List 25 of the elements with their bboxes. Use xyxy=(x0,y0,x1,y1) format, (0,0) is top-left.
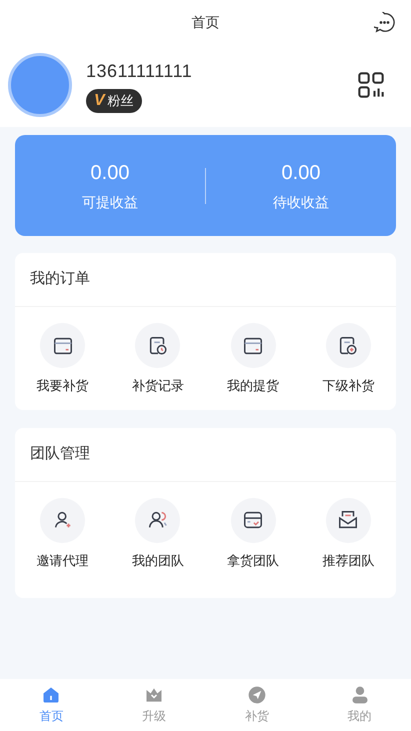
menu-item[interactable]: 拿货团队 xyxy=(206,498,301,570)
chat-bubble-icon[interactable] xyxy=(374,12,395,33)
menu-item[interactable]: 推荐团队 xyxy=(300,498,396,570)
qr-code-icon[interactable] xyxy=(357,71,385,99)
menu-item[interactable]: 下级补货 xyxy=(300,323,396,396)
section-title: 我的订单 xyxy=(30,269,90,290)
home-icon xyxy=(41,685,62,705)
earnings-amount: 0.00 xyxy=(282,161,320,186)
user-icon xyxy=(350,685,370,705)
earnings-label: 待收收益 xyxy=(273,193,329,212)
menu-item[interactable]: 我的提货 xyxy=(206,323,301,396)
menu-item[interactable]: 我要补货 xyxy=(15,323,110,396)
menu-item[interactable]: 补货记录 xyxy=(110,323,206,396)
phone-number: 13611111111 xyxy=(86,60,194,82)
menu-item[interactable]: 邀请代理 xyxy=(15,498,110,570)
menu-item[interactable]: 我的团队 xyxy=(110,498,206,570)
page-title: 首页 xyxy=(192,13,220,32)
section-title: 团队管理 xyxy=(30,444,90,464)
earnings-label: 可提收益 xyxy=(82,193,138,212)
box-icon xyxy=(242,509,264,531)
envelope-icon xyxy=(337,509,360,531)
earnings-amount: 0.00 xyxy=(90,161,130,186)
document-plus-icon xyxy=(337,334,360,356)
level-badge: V 粉丝 xyxy=(86,88,142,112)
navigation-icon xyxy=(246,685,267,705)
